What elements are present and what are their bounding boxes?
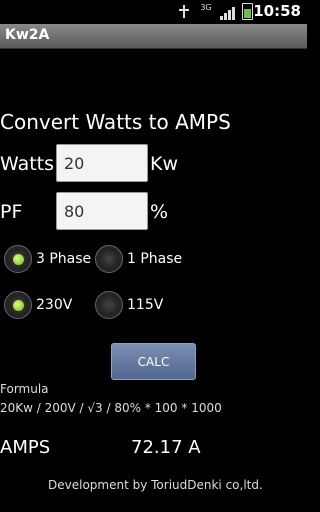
amps-label: AMPS <box>0 437 51 458</box>
radio-115v-label: 115V <box>127 297 164 313</box>
formula-label: Formula <box>0 382 49 396</box>
radio-230v[interactable]: 230V <box>4 291 72 319</box>
radio-unselected-icon <box>95 291 123 319</box>
status-time: 10:58 <box>253 2 301 20</box>
radio-selected-icon <box>4 245 32 273</box>
page-heading: Convert Watts to AMPS <box>0 110 231 134</box>
radio-115v[interactable]: 115V <box>95 291 163 319</box>
network-3g-icon: 3G <box>200 2 212 12</box>
radio-3-phase[interactable]: 3 Phase <box>4 245 91 273</box>
radio-1-phase-label: 1 Phase <box>127 251 183 267</box>
calc-button[interactable]: CALC <box>111 343 196 380</box>
watts-input[interactable]: 20 <box>56 144 148 182</box>
radio-unselected-icon <box>95 245 123 273</box>
amps-value: 72.17 A <box>131 437 201 458</box>
watts-label: Watts <box>0 153 55 175</box>
battery-icon <box>242 3 253 20</box>
app-title: Kw2A <box>5 27 50 43</box>
app-title-bar: Kw2A <box>0 24 307 49</box>
radio-230v-label: 230V <box>36 297 73 313</box>
radio-3-phase-label: 3 Phase <box>36 251 92 267</box>
pf-label: PF <box>0 201 23 223</box>
radio-1-phase[interactable]: 1 Phase <box>95 245 182 273</box>
pf-unit: % <box>150 201 169 223</box>
footer-credit: Development by ToriudDenki co,ltd. <box>48 478 263 492</box>
signal-icon <box>220 4 236 20</box>
status-bar: 3G 10:58 <box>0 0 307 24</box>
watts-unit: Kw <box>150 153 178 175</box>
formula-text: 20Kw / 200V / √3 / 80% * 100 * 1000 <box>0 401 222 415</box>
status-icons: 3G <box>176 3 253 20</box>
radio-selected-icon <box>4 291 32 319</box>
pf-input[interactable]: 80 <box>56 192 148 230</box>
usb-icon <box>176 4 192 20</box>
